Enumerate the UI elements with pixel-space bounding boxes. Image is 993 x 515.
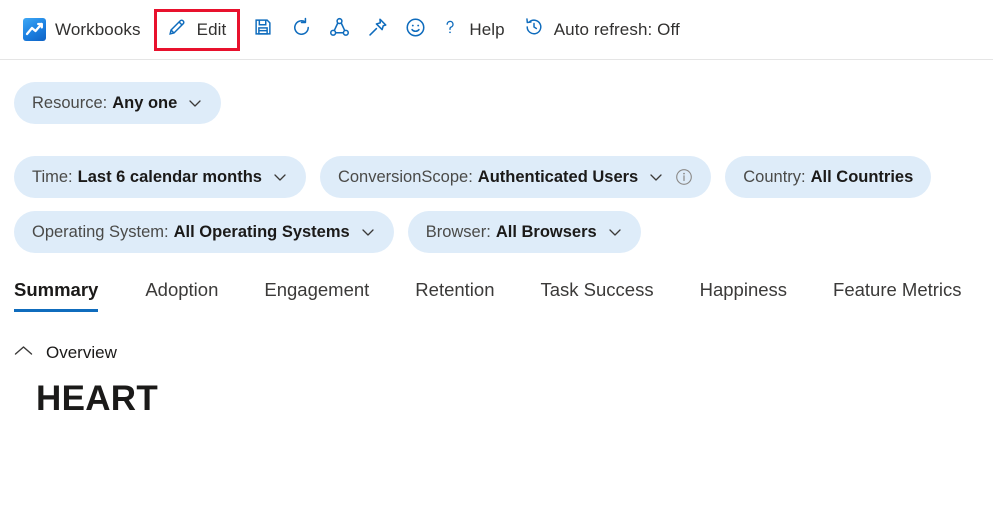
chevron-down-icon[interactable] [272, 169, 288, 185]
share-nodes-icon [328, 16, 351, 44]
tab-label: Adoption [145, 279, 218, 300]
filter-key: Country: [743, 168, 805, 187]
filter-pill-country[interactable]: Country: All Countries [725, 156, 931, 198]
pencil-edit-icon [166, 16, 188, 43]
help-button[interactable]: Help [434, 10, 513, 50]
refresh-button[interactable] [282, 11, 320, 49]
filter-key: Browser: [426, 223, 491, 242]
filter-value: Last 6 calendar months [78, 168, 262, 187]
tab-happiness[interactable]: Happiness [677, 279, 810, 312]
filter-pill-conversionscope[interactable]: ConversionScope: Authenticated Users [320, 156, 711, 198]
overview-section: Overview HEART [0, 343, 993, 419]
top-toolbar: Workbooks Edit [0, 0, 993, 60]
tab-label: Engagement [264, 279, 369, 300]
filter-value: Any one [112, 94, 177, 113]
feedback-button[interactable] [396, 11, 434, 49]
filter-value: Authenticated Users [478, 168, 638, 187]
edit-label: Edit [197, 20, 227, 40]
filter-bar: Resource: Any one Time: Last 6 calendar … [0, 60, 993, 253]
smiley-face-icon [404, 16, 427, 44]
filter-key: Resource: [32, 94, 107, 113]
workbooks-app-label: Workbooks [55, 20, 141, 40]
workbooks-chart-logo-icon [23, 18, 46, 41]
save-button[interactable] [244, 11, 282, 49]
chevron-down-icon[interactable] [648, 169, 664, 185]
overview-label: Overview [46, 343, 117, 363]
filter-row-2: Time: Last 6 calendar months ConversionS… [14, 156, 993, 198]
filter-value: All Countries [811, 168, 914, 187]
help-label: Help [469, 20, 504, 40]
tab-bar: Summary Adoption Engagement Retention Ta… [0, 279, 993, 312]
tab-label: Retention [415, 279, 494, 300]
circular-refresh-icon [290, 16, 313, 44]
filter-row-1: Resource: Any one [14, 82, 993, 124]
auto-refresh-label: Auto refresh: Off [554, 20, 680, 40]
pin-icon [366, 16, 389, 44]
overview-collapse-toggle[interactable]: Overview [14, 343, 117, 363]
filter-key: Operating System: [32, 223, 169, 242]
clock-history-icon [523, 16, 545, 43]
tab-summary[interactable]: Summary [14, 279, 122, 312]
tab-label: Happiness [700, 279, 787, 300]
tab-engagement[interactable]: Engagement [241, 279, 392, 312]
page-title: HEART [36, 379, 993, 419]
tab-retention[interactable]: Retention [392, 279, 517, 312]
filter-value: All Operating Systems [174, 223, 350, 242]
workbooks-app-button[interactable]: Workbooks [14, 10, 150, 50]
chevron-down-icon[interactable] [607, 224, 623, 240]
chevron-down-icon[interactable] [187, 95, 203, 111]
question-mark-icon [440, 16, 460, 43]
tab-label: Feature Metrics [833, 279, 962, 300]
floppy-save-icon [252, 16, 274, 43]
tab-label: Task Success [541, 279, 654, 300]
filter-pill-resource[interactable]: Resource: Any one [14, 82, 221, 124]
filter-key: Time: [32, 168, 73, 187]
edit-button[interactable]: Edit [154, 9, 241, 51]
tab-task-success[interactable]: Task Success [518, 279, 677, 312]
chevron-up-icon [14, 344, 33, 363]
tab-feature-metrics[interactable]: Feature Metrics [810, 279, 985, 312]
chevron-down-icon[interactable] [360, 224, 376, 240]
auto-refresh-button[interactable]: Auto refresh: Off [514, 10, 689, 50]
filter-pill-time[interactable]: Time: Last 6 calendar months [14, 156, 306, 198]
filter-key: ConversionScope: [338, 168, 473, 187]
tab-label: Summary [14, 279, 98, 300]
filter-pill-browser[interactable]: Browser: All Browsers [408, 211, 641, 253]
pin-button[interactable] [358, 11, 396, 49]
filter-pill-operating-system[interactable]: Operating System: All Operating Systems [14, 211, 394, 253]
info-icon[interactable] [675, 168, 693, 186]
filter-value: All Browsers [496, 223, 597, 242]
tab-adoption[interactable]: Adoption [122, 279, 241, 312]
filter-row-3: Operating System: All Operating Systems … [14, 211, 993, 253]
share-button[interactable] [320, 11, 358, 49]
